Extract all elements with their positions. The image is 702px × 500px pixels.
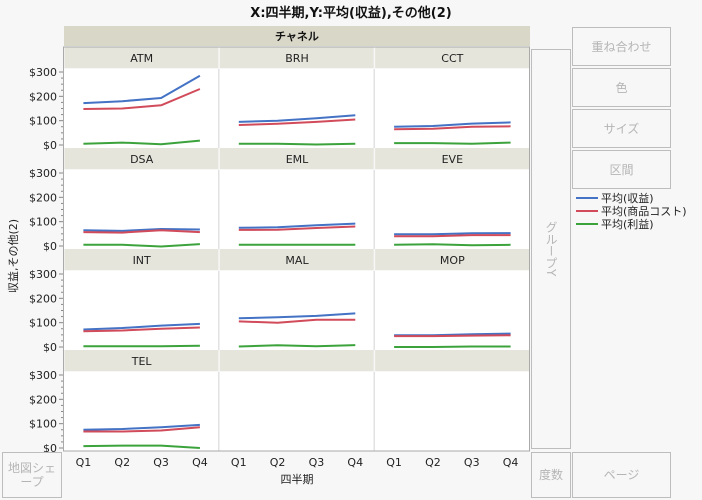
series-line-mal-2 — [238, 344, 356, 348]
color-drop-zone[interactable]: 色 — [572, 68, 671, 107]
series-line-brh-2 — [238, 142, 356, 146]
facet-header-label: チャネル — [275, 30, 319, 43]
legend-swatch — [576, 209, 598, 212]
panel-plot-area — [374, 271, 529, 350]
y-tick-label: $100 — [29, 317, 57, 330]
series-line-eve-2 — [394, 243, 511, 247]
legend: 平均(収益) 平均(商品コスト) 平均(利益) — [576, 191, 687, 231]
group-y-drop-zone[interactable]: グループY — [531, 49, 571, 449]
panel-plot-area — [219, 69, 374, 148]
y-tick-label: $100 — [29, 216, 57, 229]
map-shape-drop-zone[interactable]: 地図シェープ — [2, 452, 62, 498]
panel-plot-area — [64, 271, 219, 350]
series-line-mop-2 — [394, 345, 511, 348]
x-tick-label: Q4 — [503, 456, 519, 469]
panel-plot-area — [374, 372, 529, 451]
panel-strip — [219, 350, 374, 371]
y-tick-label: $300 — [29, 268, 57, 281]
y-tick-label: $200 — [29, 90, 57, 103]
series-line-cct-2 — [394, 141, 511, 145]
panel-label: ATM — [130, 52, 153, 65]
y-tick-label: $100 — [29, 418, 57, 431]
x-tick-label: Q1 — [386, 456, 402, 469]
panel-plot-area — [219, 372, 374, 451]
y-tick-label: $300 — [29, 167, 57, 180]
panel-label: BRH — [285, 52, 308, 65]
y-tick-label: $300 — [29, 369, 57, 382]
panel-label: EML — [286, 153, 309, 166]
interval-drop-zone[interactable]: 区間 — [572, 150, 671, 189]
y-tick-label: $0 — [43, 139, 57, 152]
legend-swatch — [576, 222, 598, 225]
panel-plot-area — [219, 170, 374, 249]
panel-plot-area — [374, 69, 529, 148]
freq-drop-zone[interactable]: 度数 — [531, 452, 571, 498]
x-axis-label: 四半期 — [280, 473, 314, 486]
page-drop-zone[interactable]: ページ — [572, 452, 671, 498]
x-tick-label: Q1 — [231, 456, 247, 469]
y-tick-label: $300 — [29, 66, 57, 79]
y-tick-label: $0 — [43, 240, 57, 253]
legend-swatch — [576, 196, 598, 199]
panel-label: DSA — [130, 153, 154, 166]
x-tick-label: Q4 — [192, 456, 208, 469]
panel-label: TEL — [131, 355, 153, 368]
x-tick-label: Q2 — [270, 456, 286, 469]
panel-label: MAL — [285, 254, 309, 267]
overlay-drop-zone[interactable]: 重ね合わせ — [572, 27, 671, 66]
y-tick-label: $200 — [29, 191, 57, 204]
x-tick-label: Q4 — [347, 456, 363, 469]
y-tick-label: $200 — [29, 292, 57, 305]
y-tick-label: $100 — [29, 115, 57, 128]
y-axis-label: 収益,その他(2) — [7, 218, 20, 294]
y-tick-label: $0 — [43, 341, 57, 354]
x-tick-label: Q2 — [425, 456, 441, 469]
x-tick-label: Q1 — [76, 456, 92, 469]
legend-item-profit[interactable]: 平均(利益) — [576, 217, 687, 231]
x-tick-label: Q3 — [309, 456, 325, 469]
panel-plot-area — [219, 271, 374, 350]
series-line-mop-1 — [394, 334, 511, 338]
panel-label: MOP — [440, 254, 465, 267]
y-tick-label: $200 — [29, 393, 57, 406]
panel-label: INT — [133, 254, 151, 267]
panel-label: EVE — [442, 153, 463, 166]
panel-plot-area — [64, 170, 219, 249]
x-tick-label: Q3 — [153, 456, 169, 469]
series-line-int-2 — [83, 344, 200, 348]
panel-label: CCT — [441, 52, 463, 65]
x-tick-label: Q2 — [114, 456, 130, 469]
panel-plot-area — [64, 372, 219, 451]
panel-strip — [375, 350, 529, 371]
x-tick-label: Q3 — [464, 456, 480, 469]
size-drop-zone[interactable]: サイズ — [572, 109, 671, 148]
